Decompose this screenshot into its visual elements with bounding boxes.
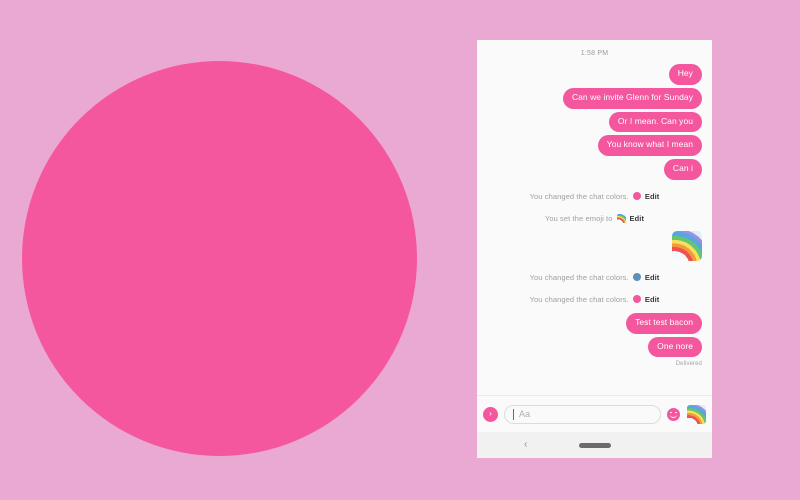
message-bubble[interactable]: Test test bacon xyxy=(626,312,702,334)
message-bubble[interactable]: Can we invite Glenn for Sunday xyxy=(562,87,702,109)
color-swatch-blue-icon xyxy=(632,273,641,282)
event-label: You changed the chat colors. xyxy=(529,272,629,282)
sticker-picker-button[interactable] xyxy=(687,404,706,424)
event-label: You set the emoji to xyxy=(544,213,613,223)
thread-timestamp: 1:58 PM xyxy=(580,50,609,57)
message-row: You know what I mean xyxy=(487,135,702,157)
event-label: You changed the chat colors. xyxy=(529,191,629,201)
message-bubble[interactable]: Hey xyxy=(668,64,702,85)
chat-color-change-event: You changed the chat colors. Edit xyxy=(487,192,702,201)
message-thread: 1:58 PM Hey Can we invite Glenn for Sund… xyxy=(477,40,712,395)
edit-chat-color-link[interactable]: Edit xyxy=(645,273,660,282)
emoji-change-event: You set the emoji to Edit xyxy=(487,213,702,223)
delivery-status-label: Delivered xyxy=(675,361,702,368)
edit-emoji-link[interactable]: Edit xyxy=(630,214,645,223)
text-caret xyxy=(513,408,514,420)
chat-color-change-event: You changed the chat colors. Edit xyxy=(487,295,702,304)
edit-chat-color-link[interactable]: Edit xyxy=(645,295,660,304)
message-row: Test test bacon xyxy=(487,312,702,334)
rainbow-emoji-icon xyxy=(616,213,626,223)
message-composer: › Aa xyxy=(477,395,712,432)
android-navigation-bar: ‹ xyxy=(477,432,712,458)
smiley-mouth-icon xyxy=(670,414,677,418)
event-label: You changed the chat colors. xyxy=(529,294,629,304)
emoji-picker-button[interactable] xyxy=(667,407,680,421)
message-input-placeholder: Aa xyxy=(519,409,531,419)
decorative-pink-circle xyxy=(22,61,417,456)
expand-actions-button[interactable]: › xyxy=(483,406,498,422)
message-bubble[interactable]: You know what I mean xyxy=(597,135,702,157)
message-bubble[interactable]: Or I mean. Can you xyxy=(608,111,702,133)
edit-chat-color-link[interactable]: Edit xyxy=(645,192,660,201)
rainbow-sticker-image[interactable] xyxy=(672,230,702,261)
color-swatch-pink-icon xyxy=(632,295,641,304)
message-row: One nore xyxy=(487,336,702,358)
chat-color-change-event: You changed the chat colors. Edit xyxy=(487,273,702,282)
nav-home-indicator[interactable] xyxy=(578,442,611,448)
nav-back-icon[interactable]: ‹ xyxy=(524,440,527,450)
message-bubble[interactable]: One nore xyxy=(648,336,702,358)
sticker-message-row xyxy=(487,230,702,261)
phone-screen-panel: 1:58 PM Hey Can we invite Glenn for Sund… xyxy=(477,40,712,458)
message-row: Can i xyxy=(487,159,702,180)
color-swatch-pink-icon xyxy=(632,192,641,201)
message-bubble[interactable]: Can i xyxy=(663,159,702,180)
message-row: Hey xyxy=(487,64,702,85)
message-row: Can we invite Glenn for Sunday xyxy=(487,87,702,109)
message-row: Or I mean. Can you xyxy=(487,111,702,133)
message-input-wrapper[interactable]: Aa xyxy=(504,404,661,424)
